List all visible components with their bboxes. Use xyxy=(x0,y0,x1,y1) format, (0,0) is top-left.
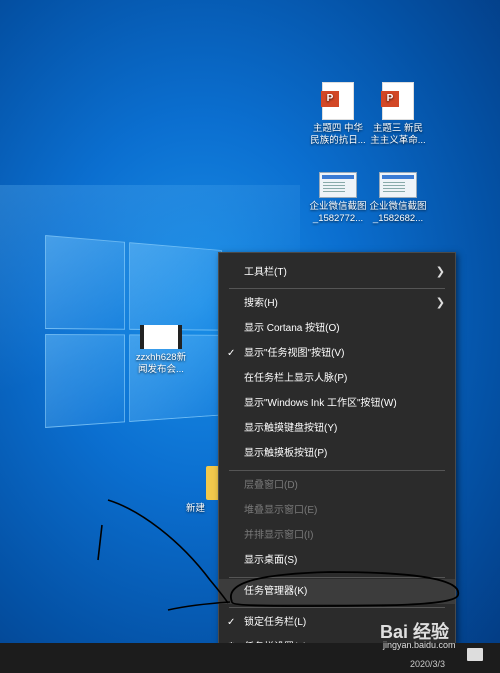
logo-pane xyxy=(129,242,222,331)
chevron-right-icon: ❯ xyxy=(435,297,445,309)
desktop-icon-label: 主主义革命... xyxy=(370,135,426,146)
chevron-right-icon: ❯ xyxy=(435,266,445,278)
desktop-icon-label: 闻发布会... xyxy=(138,364,184,375)
menu-item-label: 显示 Cortana 按钮(O) xyxy=(244,323,340,334)
desktop-icon-label: 民族的抗日... xyxy=(310,135,366,146)
powerpoint-file-icon: P xyxy=(321,82,354,120)
logo-pane xyxy=(45,334,126,428)
checkmark-icon: ✓ xyxy=(227,617,236,628)
desktop-icon-label: _1582772... xyxy=(312,213,364,224)
menu-item-show-task-view[interactable]: ✓ 显示"任务视图"按钮(V) xyxy=(219,341,455,366)
menu-item-label: 显示触摸板按钮(P) xyxy=(244,448,328,459)
menu-separator xyxy=(229,607,445,608)
taskbar-context-menu: 工具栏(T) ❯ 搜索(H) ❯ 显示 Cortana 按钮(O) ✓ 显示"任… xyxy=(218,252,456,664)
menu-separator xyxy=(229,288,445,289)
menu-item-label: 锁定任务栏(L) xyxy=(244,617,307,628)
menu-item-show-touch-keyboard[interactable]: 显示触摸键盘按钮(Y) xyxy=(219,416,455,441)
image-file-icon xyxy=(319,172,357,198)
menu-item-label: 显示"Windows Ink 工作区"按钮(W) xyxy=(244,398,397,409)
desktop-icon-label: 主题三 新民 xyxy=(372,123,424,134)
baidu-watermark-url: jingyan.baidu.com xyxy=(383,640,456,650)
desktop-icon-ppt[interactable]: P 主题四 中华 民族的抗日... xyxy=(307,82,369,147)
desktop-icon-ppt[interactable]: P 主题三 新民 主主义革命... xyxy=(367,82,429,147)
menu-item-label: 堆叠显示窗口(E) xyxy=(244,505,318,516)
checkmark-icon: ✓ xyxy=(227,348,236,359)
desktop-icon-label: 企业微信截图 xyxy=(369,201,427,212)
menu-separator xyxy=(229,470,445,471)
menu-item-label: 搜索(H) xyxy=(244,298,278,309)
menu-item-label: 在任务栏上显示人脉(P) xyxy=(244,373,348,384)
action-center-icon[interactable] xyxy=(467,648,483,661)
menu-item-show-windows-ink[interactable]: 显示"Windows Ink 工作区"按钮(W) xyxy=(219,391,455,416)
logo-pane xyxy=(45,235,126,330)
menu-item-show-desktop[interactable]: 显示桌面(S) xyxy=(219,548,455,573)
annotation-tick-stroke xyxy=(97,524,103,561)
menu-item-toolbars[interactable]: 工具栏(T) ❯ xyxy=(219,260,455,285)
desktop-icon-label: _1582682... xyxy=(372,213,424,224)
menu-item-cascade-windows: 层叠窗口(D) xyxy=(219,473,455,498)
menu-item-show-touchpad[interactable]: 显示触摸板按钮(P) xyxy=(219,441,455,466)
menu-item-label: 显示桌面(S) xyxy=(244,555,298,566)
desktop-icon-label: zzxhh628新 xyxy=(135,352,187,363)
menu-item-task-manager[interactable]: 任务管理器(K) xyxy=(219,579,455,604)
menu-item-search[interactable]: 搜索(H) ❯ xyxy=(219,291,455,316)
desktop-icon-label: 主题四 中华 xyxy=(312,123,364,134)
image-file-icon xyxy=(379,172,417,198)
menu-separator xyxy=(229,577,445,578)
menu-item-label: 显示触摸键盘按钮(Y) xyxy=(244,423,338,434)
desktop-icon-video[interactable]: zzxhh628新 闻发布会... xyxy=(130,325,192,376)
menu-item-label: 层叠窗口(D) xyxy=(244,480,298,491)
menu-item-label: 并排显示窗口(I) xyxy=(244,530,314,541)
desktop-icon-screenshot[interactable]: 企业微信截图 _1582682... xyxy=(367,172,429,225)
desktop-icon-screenshot[interactable]: 企业微信截图 _1582772... xyxy=(307,172,369,225)
desktop-icon-label: 企业微信截图 xyxy=(309,201,367,212)
video-file-icon xyxy=(140,325,182,349)
menu-item-show-cortana[interactable]: 显示 Cortana 按钮(O) xyxy=(219,316,455,341)
menu-item-side-by-side: 并排显示窗口(I) xyxy=(219,523,455,548)
menu-item-label: 任务管理器(K) xyxy=(244,586,308,597)
menu-item-show-people[interactable]: 在任务栏上显示人脉(P) xyxy=(219,366,455,391)
menu-item-stack-windows: 堆叠显示窗口(E) xyxy=(219,498,455,523)
menu-item-label: 显示"任务视图"按钮(V) xyxy=(244,348,345,359)
annotation-arrow-stroke xyxy=(107,499,229,604)
menu-item-label: 工具栏(T) xyxy=(244,267,287,278)
taskbar-date[interactable]: 2020/3/3 xyxy=(410,659,445,669)
powerpoint-file-icon: P xyxy=(381,82,414,120)
